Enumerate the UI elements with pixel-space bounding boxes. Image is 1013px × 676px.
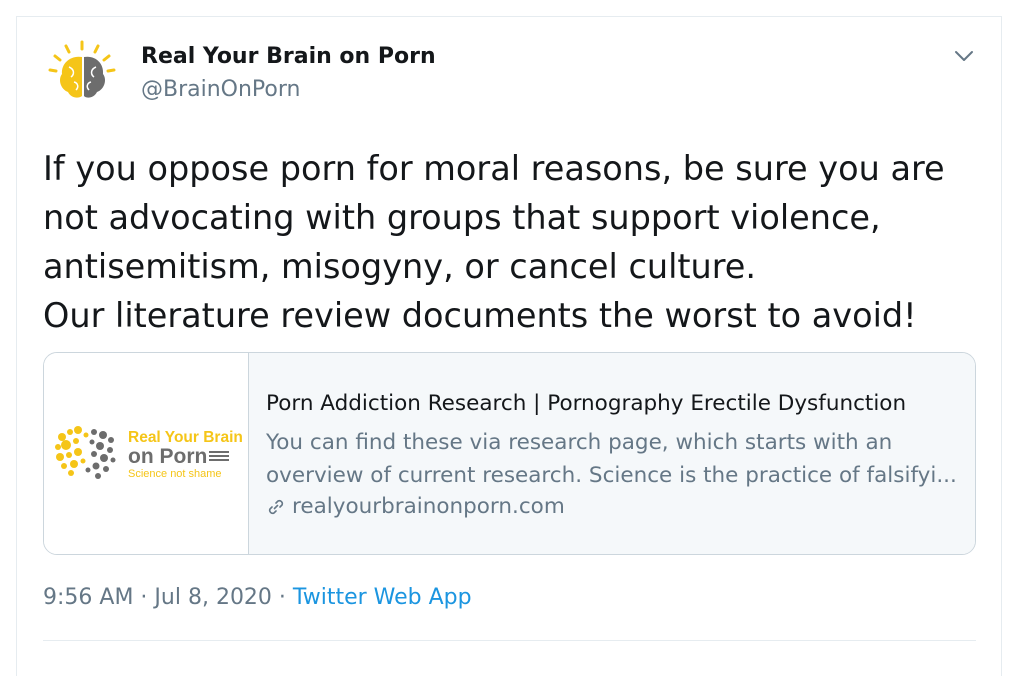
card-thumbnail: Real Your Brain on Porn Science not sham… (44, 353, 249, 554)
tweet-source-link[interactable]: Twitter Web App (293, 585, 472, 610)
tweet-line: If you oppose porn for moral reasons, be… (43, 149, 945, 188)
tweet-line: Our literature review documents the wors… (43, 296, 917, 335)
brain-logo-icon (44, 37, 120, 113)
card-description-line: You can find these via research page, wh… (266, 430, 893, 455)
logo-lines-icon (209, 450, 230, 461)
tweet-line: not advocating with groups that support … (43, 198, 881, 237)
tweet-container (16, 16, 1002, 676)
divider (43, 640, 976, 641)
more-options-button[interactable] (950, 42, 978, 70)
display-name[interactable]: Real Your Brain on Porn (141, 44, 436, 69)
logo-line-1: Real Your Brain (128, 429, 243, 446)
avatar[interactable] (41, 37, 123, 113)
tweet-text: If you oppose porn for moral reasons, be… (43, 144, 973, 340)
user-handle[interactable]: @BrainOnPorn (141, 77, 300, 102)
card-domain-text: realyourbrainonporn.com (292, 494, 565, 519)
logo-line-2-text: on Porn (128, 444, 208, 468)
link-preview-card[interactable]: Real Your Brain on Porn Science not sham… (43, 352, 976, 555)
card-logo-text: Real Your Brain on Porn Science not sham… (128, 430, 243, 480)
meta-separator: · (271, 585, 293, 610)
card-body: Porn Addiction Research | Pornography Er… (249, 353, 975, 554)
card-domain: realyourbrainonporn.com (266, 494, 565, 519)
meta-separator: · (133, 585, 155, 610)
tweet-time[interactable]: 9:56 AM (43, 585, 133, 610)
link-icon (266, 497, 286, 517)
chevron-down-icon (955, 51, 973, 61)
card-description-line: overview of current research. Science is… (266, 463, 957, 488)
tweet-date[interactable]: Jul 8, 2020 (154, 585, 272, 610)
card-title: Porn Addiction Research | Pornography Er… (266, 391, 907, 416)
brain-dots-icon (55, 426, 116, 479)
tweet-metadata: 9:56 AM · Jul 8, 2020 · Twitter Web App (43, 585, 472, 610)
logo-line-3: Science not shame (128, 467, 222, 480)
card-description: You can find these via research page, wh… (266, 426, 957, 492)
logo-line-2: on Porn (128, 446, 243, 467)
tweet-line: antisemitism, misogyny, or cancel cultur… (43, 247, 757, 286)
